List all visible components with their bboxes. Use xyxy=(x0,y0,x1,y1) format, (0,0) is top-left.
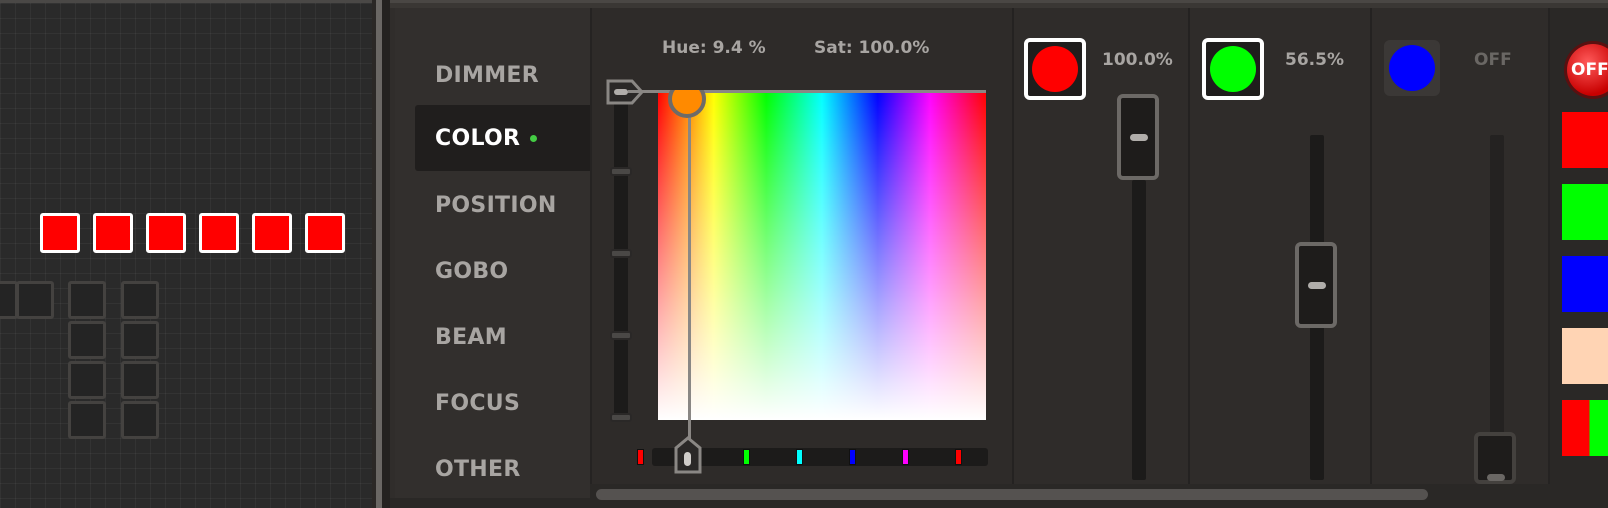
red-channel-button[interactable] xyxy=(1024,38,1086,100)
category-beam[interactable]: BEAM xyxy=(415,304,590,370)
fixture-cell-selected[interactable] xyxy=(252,213,292,253)
category-label: GOBO xyxy=(435,258,509,284)
category-dimmer[interactable]: DIMMER xyxy=(415,42,590,108)
fixture-cell[interactable] xyxy=(121,401,159,439)
category-color[interactable]: COLOR xyxy=(415,105,590,171)
fixture-cell-selected[interactable] xyxy=(146,213,186,253)
fader-grip xyxy=(1487,474,1505,481)
hue-marker[interactable] xyxy=(637,449,644,465)
red-fader-track[interactable] xyxy=(1132,180,1146,480)
preset-red-swatch[interactable] xyxy=(1562,112,1608,168)
category-label: FOCUS xyxy=(435,390,521,416)
category-label: OTHER xyxy=(435,456,521,482)
category-position[interactable]: POSITION xyxy=(415,172,590,238)
category-other[interactable]: OTHER xyxy=(415,436,590,502)
slider-tick xyxy=(610,167,632,176)
preset-skin-swatch[interactable] xyxy=(1562,328,1608,384)
attribute-category-nav: DIMMER COLOR POSITION GOBO BEAM FOCUS OT… xyxy=(395,8,590,508)
saturation-readout: Sat: 100.0% xyxy=(814,38,930,58)
green-color-dot xyxy=(1210,46,1256,92)
blue-fader-handle[interactable] xyxy=(1474,432,1516,484)
fixture-cell[interactable] xyxy=(68,281,106,319)
pane-gap xyxy=(382,0,390,508)
off-label: OFF xyxy=(1571,60,1608,80)
fixture-grid[interactable] xyxy=(0,0,372,508)
fixture-cell-selected[interactable] xyxy=(93,213,133,253)
slider-tick xyxy=(610,413,632,422)
crosshair-vertical xyxy=(688,94,691,444)
blue-channel-value: OFF xyxy=(1474,50,1512,70)
hue-marker[interactable] xyxy=(849,449,856,465)
fixture-cell-selected[interactable] xyxy=(199,213,239,253)
green-fader-handle[interactable] xyxy=(1295,242,1337,328)
active-indicator-dot xyxy=(530,134,538,142)
category-label: POSITION xyxy=(435,192,557,218)
hue-marker[interactable] xyxy=(955,449,962,465)
preset-blue-swatch[interactable] xyxy=(1562,256,1608,312)
hue-bar[interactable] xyxy=(652,448,988,466)
blue-fader-track[interactable] xyxy=(1490,135,1504,480)
fader-grip xyxy=(1130,134,1148,141)
fixture-cell[interactable] xyxy=(121,281,159,319)
hue-bar-handle[interactable] xyxy=(674,436,702,474)
green-channel-value: 56.5% xyxy=(1285,50,1344,70)
hue-marker[interactable] xyxy=(902,449,909,465)
category-focus[interactable]: FOCUS xyxy=(415,370,590,436)
preset-green-swatch[interactable] xyxy=(1562,184,1608,240)
top-border xyxy=(390,0,1608,3)
red-color-dot xyxy=(1032,46,1078,92)
hue-saturation-spectrum[interactable] xyxy=(658,91,986,420)
hue-marker[interactable] xyxy=(796,449,803,465)
hue-readout: Hue: 9.4 % xyxy=(662,38,766,58)
slider-tick xyxy=(610,331,632,340)
blue-channel-button[interactable] xyxy=(1384,40,1440,96)
green-channel-button[interactable] xyxy=(1202,38,1264,100)
hue-marker[interactable] xyxy=(743,449,750,465)
fixture-cell[interactable] xyxy=(121,321,159,359)
fixture-cell[interactable] xyxy=(68,361,106,399)
fader-grip xyxy=(1308,282,1326,289)
fixture-cell[interactable] xyxy=(68,401,106,439)
nav-bottom-edge xyxy=(390,498,590,508)
category-gobo[interactable]: GOBO xyxy=(415,238,590,304)
category-label: COLOR xyxy=(435,125,521,151)
preset-red-green-swatch[interactable] xyxy=(1562,400,1608,456)
fixture-cell[interactable] xyxy=(68,321,106,359)
fixture-cell-selected[interactable] xyxy=(40,213,80,253)
fixture-cell[interactable] xyxy=(16,281,54,319)
category-label: DIMMER xyxy=(435,62,540,88)
slider-tick xyxy=(610,249,632,258)
fixture-cell[interactable] xyxy=(121,361,159,399)
blue-color-dot xyxy=(1389,45,1435,91)
horizontal-scrollbar-thumb[interactable] xyxy=(596,489,1428,500)
category-label: BEAM xyxy=(435,324,507,350)
red-channel-value: 100.0% xyxy=(1102,50,1173,70)
fixture-cell-selected[interactable] xyxy=(305,213,345,253)
red-fader-handle[interactable] xyxy=(1117,94,1159,180)
